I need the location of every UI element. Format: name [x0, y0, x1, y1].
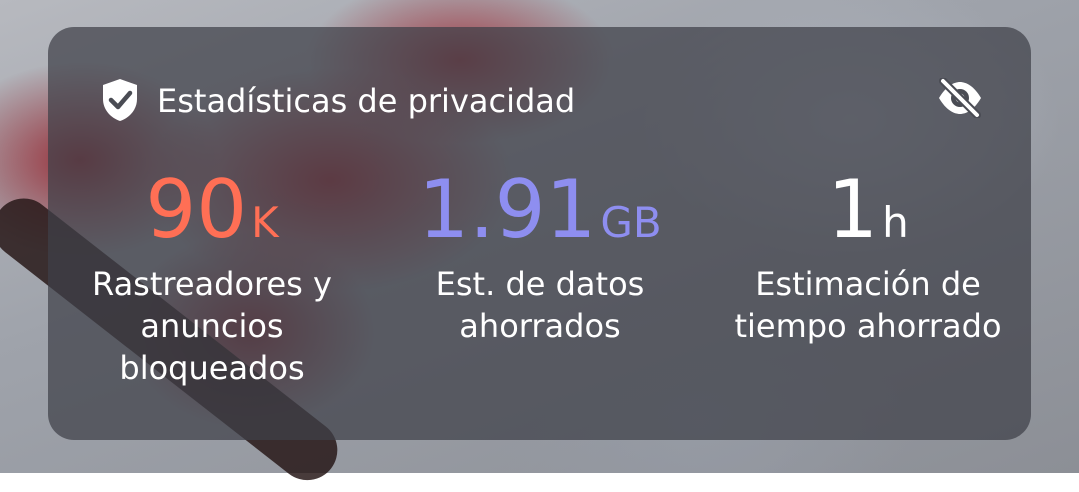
- shield-check-icon: [100, 77, 140, 123]
- stat-value: 1h: [718, 160, 1018, 260]
- stat-unit: h: [882, 198, 909, 247]
- stat-number: 1.91: [418, 163, 597, 256]
- widget-title: Estadísticas de privacidad: [157, 82, 576, 120]
- hide-stats-button[interactable]: [930, 76, 990, 124]
- stat-unit: GB: [600, 198, 662, 247]
- stat-unit: K: [251, 198, 279, 247]
- stat-number: 1: [827, 163, 879, 256]
- stat-value: 90K: [62, 160, 362, 260]
- stat-trackers-blocked: 90K Rastreadores y anuncios bloqueados: [62, 160, 362, 389]
- stat-label: Estimación de tiempo ahorrado: [734, 265, 1002, 345]
- stat-number: 90: [145, 163, 248, 256]
- stat-time-saved: 1h Estimación de tiempo ahorrado: [718, 160, 1018, 347]
- stat-label: Est. de datos ahorrados: [435, 265, 645, 345]
- stat-value: 1.91GB: [390, 160, 690, 260]
- stat-data-saved: 1.91GB Est. de datos ahorrados: [390, 160, 690, 347]
- eye-off-icon: [936, 77, 984, 122]
- stat-label: Rastreadores y anuncios bloqueados: [92, 265, 332, 387]
